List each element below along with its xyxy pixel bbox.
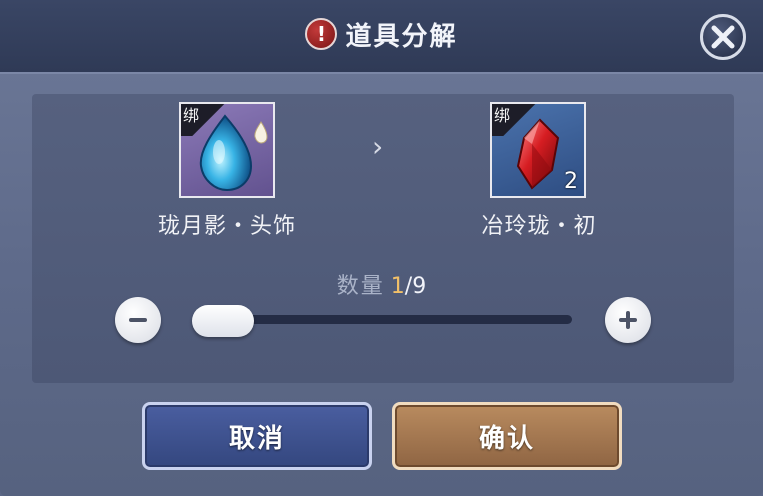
increase-button[interactable]	[605, 297, 651, 343]
quantity-readout: 数量 1/9	[0, 268, 763, 300]
chevron-right-icon: ›	[372, 130, 384, 163]
item-count: 2	[564, 169, 578, 194]
result-item-name: 冶玲珑・初	[481, 214, 597, 239]
title-wrap: ! 道具分解	[0, 14, 763, 54]
decrease-button[interactable]	[115, 297, 161, 343]
confirm-button[interactable]: 确认	[392, 402, 622, 470]
cancel-button[interactable]: 取消	[142, 402, 372, 470]
source-item-name: 珑月影・头饰	[157, 214, 296, 239]
quantity-slider-thumb[interactable]	[192, 305, 254, 337]
title-bar: ! 道具分解	[0, 0, 763, 74]
result-item-slot[interactable]: 绑 2	[490, 102, 586, 198]
bind-tag: 绑	[492, 104, 538, 136]
quantity-total: /9	[404, 274, 427, 299]
close-button[interactable]	[700, 14, 746, 60]
minus-icon	[129, 318, 147, 322]
quantity-label: 数量	[336, 274, 385, 299]
quantity-current: 1	[390, 274, 405, 299]
source-item-slot[interactable]: 绑	[179, 102, 275, 198]
close-icon	[711, 25, 735, 49]
dialog-title: 道具分解	[345, 21, 458, 52]
decompose-dialog: ! 道具分解 绑 珑月影・头饰 › 绑 2 冶玲珑・初 数量 1/9 取消 确认	[0, 0, 763, 496]
bind-tag: 绑	[181, 104, 227, 136]
warning-icon: !	[305, 18, 338, 50]
plus-icon	[619, 311, 637, 329]
